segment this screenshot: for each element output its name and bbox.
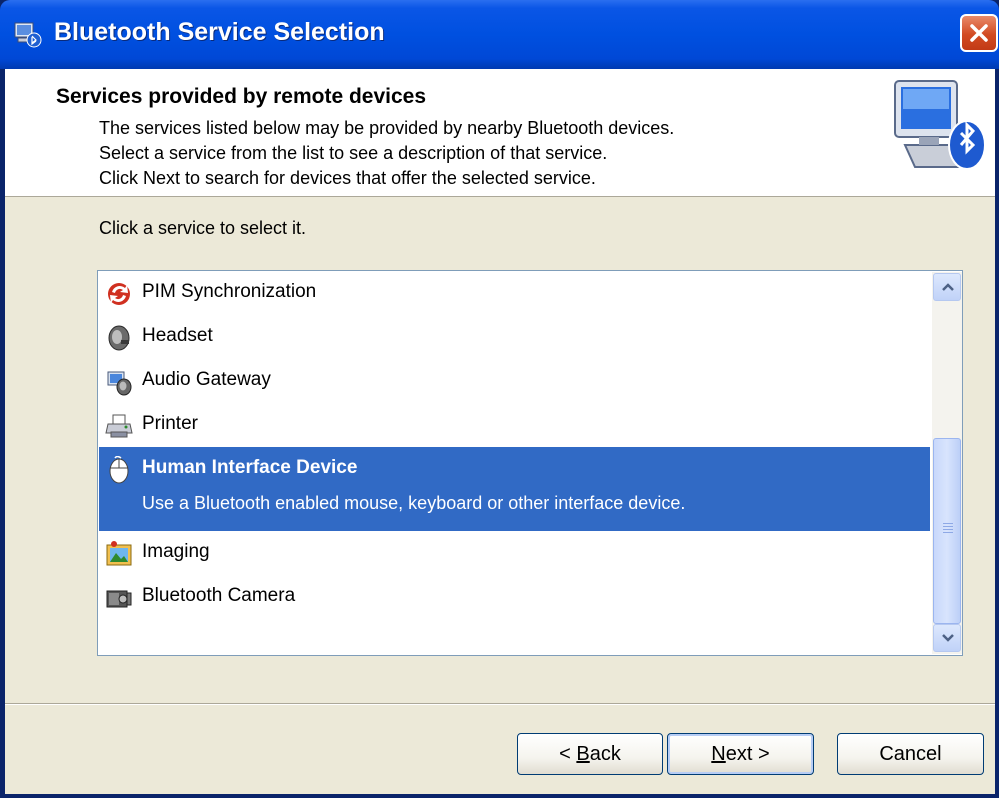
back-button[interactable]: < Back	[517, 733, 663, 775]
list-item[interactable]: Audio Gateway	[99, 359, 930, 403]
service-label: Audio Gateway	[142, 369, 271, 390]
vertical-scrollbar[interactable]	[932, 272, 962, 654]
audio-gateway-icon	[107, 371, 132, 396]
chevron-up-icon	[942, 283, 954, 291]
cancel-button[interactable]: Cancel	[837, 733, 984, 775]
next-suffix: >	[752, 743, 770, 765]
grip-icon	[943, 523, 953, 533]
header-title: Services provided by remote devices	[56, 85, 427, 108]
back-rest: ack	[589, 743, 621, 765]
scroll-down-button[interactable]	[933, 624, 961, 652]
next-rest: ext	[725, 743, 753, 765]
list-item[interactable]: Headset	[99, 315, 930, 359]
footer-divider-highlight	[5, 704, 995, 705]
title-bar[interactable]: Bluetooth Service Selection	[0, 0, 999, 69]
service-label: Imaging	[142, 541, 210, 562]
back-prefix: <	[559, 743, 577, 765]
printer-icon	[105, 414, 133, 438]
scrollbar-thumb[interactable]	[933, 438, 961, 624]
dialog-body: Services provided by remote devices The …	[5, 69, 995, 794]
back-mnemonic: B	[576, 743, 590, 765]
instruction-text: Click a service to select it.	[99, 218, 307, 238]
next-button[interactable]: Next >	[667, 733, 814, 775]
list-item-selected[interactable]: Human Interface Device Use a Bluetooth e…	[99, 447, 930, 531]
next-mnemonic: N	[711, 743, 726, 765]
service-label: Headset	[142, 325, 213, 346]
sync-icon	[108, 283, 130, 305]
close-button[interactable]	[960, 14, 998, 52]
wizard-header: Services provided by remote devices The …	[5, 69, 995, 197]
headset-icon	[108, 325, 130, 351]
service-label: Printer	[142, 413, 198, 434]
header-description-line: Click Next to search for devices that of…	[99, 168, 596, 188]
header-description-line: The services listed below may be provide…	[99, 118, 675, 138]
list-item[interactable]: Printer	[99, 403, 930, 447]
service-label: Bluetooth Camera	[142, 585, 296, 606]
service-description: Use a Bluetooth enabled mouse, keyboard …	[142, 493, 686, 513]
scroll-up-button[interactable]	[933, 273, 961, 301]
imaging-icon	[106, 541, 132, 566]
service-list[interactable]: PIM Synchronization Headset Audio Gatewa…	[97, 270, 963, 656]
service-label: Human Interface Device	[142, 457, 358, 478]
list-item[interactable]: Bluetooth Camera	[99, 575, 930, 619]
camera-icon	[106, 590, 132, 608]
service-label: PIM Synchronization	[142, 281, 317, 302]
bluetooth-computer-icon	[894, 80, 986, 170]
close-icon	[970, 24, 988, 42]
bluetooth-window-icon	[14, 22, 42, 48]
list-item[interactable]: Imaging	[99, 531, 930, 575]
chevron-down-icon	[942, 634, 954, 642]
bluetooth-service-selection-window: Bluetooth Service Selection Services pro…	[0, 0, 999, 798]
mouse-icon	[109, 456, 129, 484]
window-title: Bluetooth Service Selection	[54, 18, 385, 46]
list-item[interactable]: PIM Synchronization	[99, 271, 930, 315]
header-description-line: Select a service from the list to see a …	[99, 143, 608, 163]
